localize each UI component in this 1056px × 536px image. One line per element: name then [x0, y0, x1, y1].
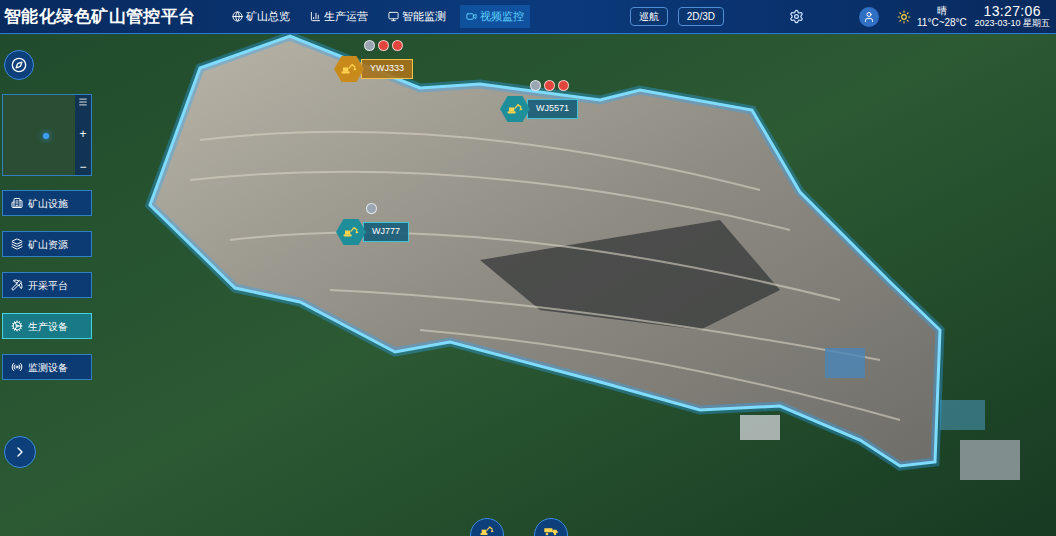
sidebar-item[interactable]: 矿山设施: [2, 190, 92, 216]
excavator-hex: [334, 56, 364, 82]
sidebar-menu: 矿山设施矿山资源开采平台生产设备监测设备: [2, 190, 94, 380]
header-button[interactable]: 巡航: [630, 7, 668, 26]
camera-badge-icon: [364, 40, 375, 51]
excavator-button[interactable]: [470, 518, 504, 536]
sidebar-item[interactable]: 开采平台: [2, 272, 92, 298]
map-marker[interactable]: WJ777: [336, 203, 409, 245]
sidebar-item[interactable]: 矿山资源: [2, 231, 92, 257]
marker-label: WJ777: [363, 222, 409, 242]
nav-tab-icon: [232, 11, 243, 22]
equipment-bar: [470, 518, 568, 536]
minimap[interactable]: +−: [2, 94, 92, 176]
sidebar-item-icon: [11, 279, 23, 291]
weather: 晴11°C~28°C: [917, 5, 967, 28]
marker-label: WJ5571: [527, 99, 578, 119]
platform-title: 智能化绿色矿山管控平台: [0, 4, 200, 30]
mine-aerial-map[interactable]: [0, 0, 1056, 536]
mine-platform: YWJ333 WJ5571 WJ777 智能化绿色矿山管控平台 矿山总览生产运营智能监测…: [0, 0, 1056, 536]
nav-tab-icon: [466, 11, 477, 22]
marker-badges: [366, 203, 377, 215]
map-marker[interactable]: WJ5571: [500, 80, 578, 122]
map-marker[interactable]: YWJ333: [334, 40, 413, 82]
marker-badges: [530, 80, 569, 92]
compass-icon[interactable]: [4, 50, 34, 80]
zoom-out-button[interactable]: −: [79, 161, 86, 173]
sidebar-item[interactable]: 生产设备: [2, 313, 92, 339]
left-panel: +−矿山设施矿山资源开采平台生产设备监测设备: [0, 34, 94, 468]
excavator-hex: [336, 219, 366, 245]
user-icon[interactable]: [859, 7, 879, 27]
excavator-icon: [479, 523, 495, 536]
camera-badge-icon: [530, 80, 541, 91]
excavator-icon: [342, 223, 360, 241]
excavator-icon: [340, 60, 358, 78]
warning-badge-icon: [544, 80, 555, 91]
sidebar-item[interactable]: 监测设备: [2, 354, 92, 380]
nav-tab-icon: [310, 11, 321, 22]
nav-tab[interactable]: 生产运营: [304, 5, 374, 28]
excavator-icon: [506, 100, 524, 118]
nav-tab[interactable]: 矿山总览: [226, 5, 296, 28]
truck-icon: [543, 523, 559, 536]
nav-tab[interactable]: 智能监测: [382, 5, 452, 28]
top-bar: 智能化绿色矿山管控平台 矿山总览生产运营智能监测视频监控 巡航 2D/3D 晴11°C~…: [0, 0, 1056, 34]
sidebar-item-icon: [11, 238, 23, 250]
nav-tab-icon: [388, 11, 399, 22]
gear-icon[interactable]: [789, 9, 804, 24]
clock: 13:27:062023-03-10 星期五: [974, 4, 1050, 29]
menu-icon[interactable]: [78, 97, 88, 107]
marker-label: YWJ333: [361, 59, 413, 79]
main-nav: 矿山总览生产运营智能监测视频监控: [226, 5, 530, 28]
chevron-right-icon: [12, 444, 28, 460]
expand-button[interactable]: [4, 436, 36, 468]
excavator-hex: [500, 96, 530, 122]
warning-badge-icon: [378, 40, 389, 51]
alarm-badge-icon: [558, 80, 569, 91]
zoom-in-button[interactable]: +: [79, 128, 86, 140]
header-button[interactable]: 2D/3D: [678, 7, 724, 26]
nav-tab[interactable]: 视频监控: [460, 5, 530, 28]
marker-badges: [364, 40, 403, 52]
sidebar-item-icon: [11, 361, 23, 373]
sidebar-item-icon: [11, 320, 23, 332]
sidebar-item-icon: [11, 197, 23, 209]
truck-button[interactable]: [534, 518, 568, 536]
sun-icon: [897, 10, 911, 24]
alarm-badge-icon: [392, 40, 403, 51]
camera-badge-icon: [366, 203, 377, 214]
